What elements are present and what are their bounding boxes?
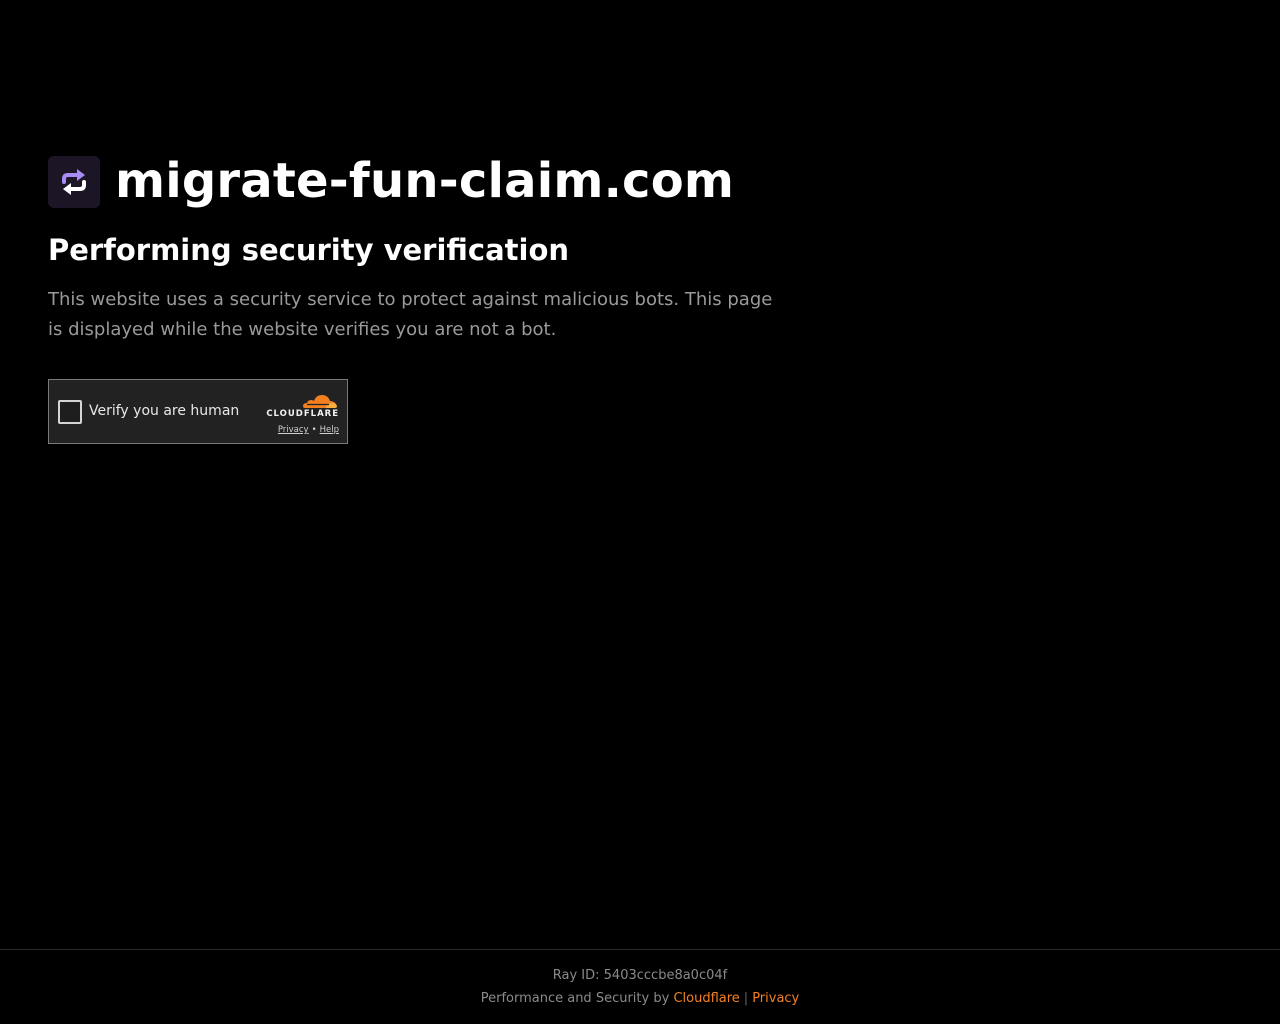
widget-links: Privacy • Help xyxy=(259,425,339,435)
verify-checkbox[interactable] xyxy=(58,400,82,424)
page-footer: Ray ID: 5403cccbe8a0c04f Performance and… xyxy=(0,949,1280,1024)
footer-privacy-link[interactable]: Privacy xyxy=(752,991,799,1006)
widget-privacy-link[interactable]: Privacy xyxy=(278,425,309,435)
challenge-page: migrate-fun-claim.com Performing securit… xyxy=(0,0,1280,1024)
footer-separator: | xyxy=(743,991,749,1006)
page-description: This website uses a security service to … xyxy=(48,289,773,340)
performance-line: Performance and Security by Cloudflare | P… xyxy=(0,991,1280,1007)
widget-help-link[interactable]: Help xyxy=(320,425,339,435)
cloudflare-branding: CLOUDFLARE Privacy • Help xyxy=(259,391,339,435)
cloudflare-cloud-icon xyxy=(303,395,337,408)
main-content: migrate-fun-claim.com Performing securit… xyxy=(48,155,808,444)
cloudflare-link[interactable]: Cloudflare xyxy=(673,991,739,1006)
performance-prefix: Performance and Security by xyxy=(480,991,670,1006)
site-header: migrate-fun-claim.com xyxy=(48,155,808,208)
page-title: Performing security verification xyxy=(48,233,570,267)
turnstile-widget: Verify you are human CLOUDFLARE Privacy •… xyxy=(48,379,348,444)
widget-links-separator: • xyxy=(311,425,317,435)
cloudflare-wordmark: CLOUDFLARE xyxy=(266,409,339,419)
site-name: migrate-fun-claim.com xyxy=(115,153,735,209)
ray-id: Ray ID: 5403cccbe8a0c04f xyxy=(552,968,728,983)
verify-checkbox-label[interactable]: Verify you are human xyxy=(89,402,239,420)
site-favicon xyxy=(48,155,100,208)
sync-arrows-icon xyxy=(62,168,86,195)
